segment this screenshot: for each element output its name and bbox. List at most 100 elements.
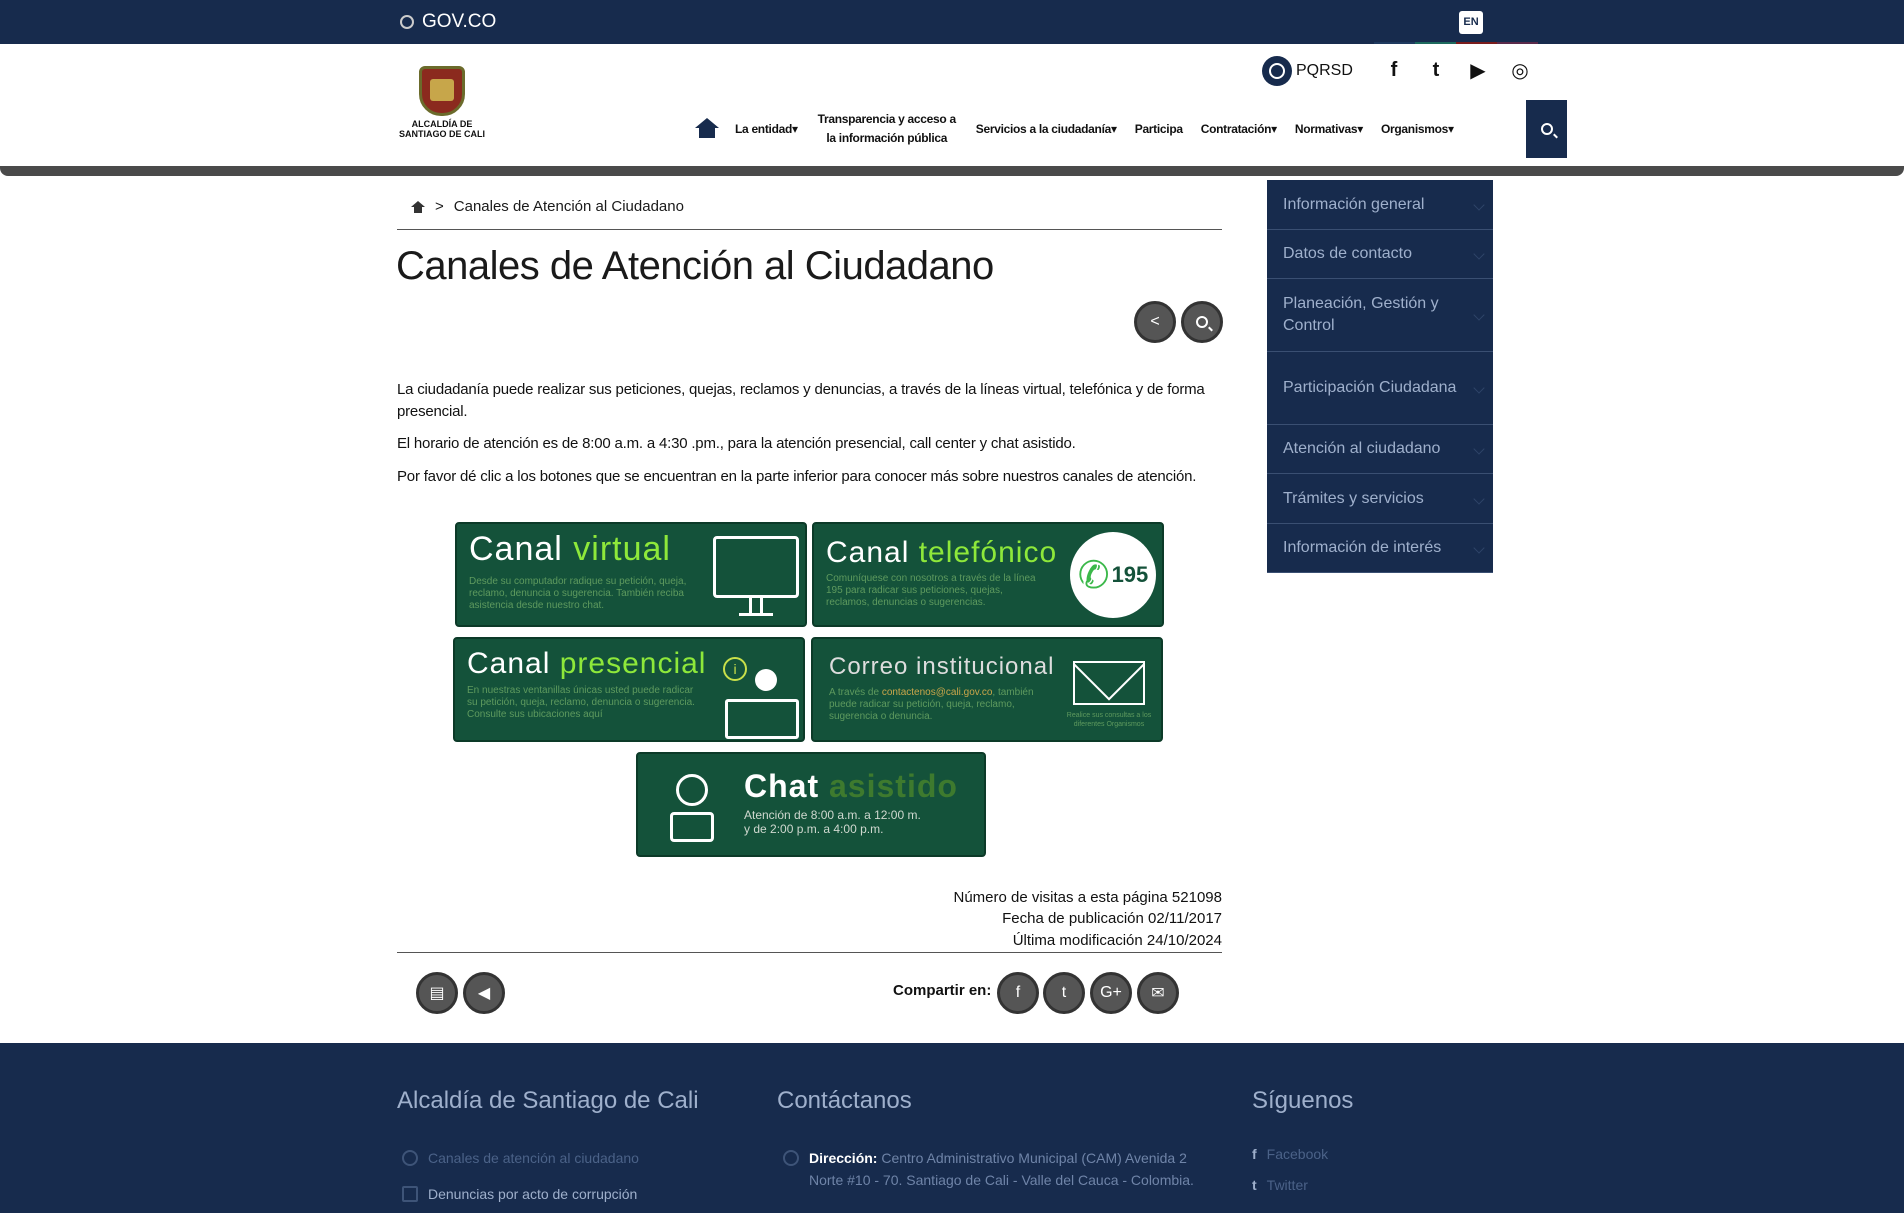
nav-contratacion[interactable]: Contratación▾ (1192, 120, 1286, 139)
globe-icon (783, 1150, 799, 1166)
logo-line1: ALCALDÍA DE (411, 119, 473, 129)
side-menu: Información general Datos de contacto Pl… (1267, 180, 1493, 573)
language-toggle[interactable]: EN (1459, 11, 1483, 34)
home-icon[interactable] (694, 118, 720, 140)
canal-presencial-banner[interactable]: Canal presencial En nuestras ventanillas… (453, 637, 805, 742)
monitor-base (739, 613, 773, 616)
googleplus-icon: G+ (1100, 984, 1122, 1001)
banner-description: En nuestras ventanillas únicas usted pue… (467, 685, 695, 720)
twitter-icon[interactable]: t (1424, 58, 1448, 82)
banner-title: Canal telefónico (826, 536, 1058, 569)
nav-participa[interactable]: Participa (1126, 120, 1192, 139)
pqrsd-label: PQRSD (1296, 62, 1353, 79)
nav-la-entidad[interactable]: La entidad▾ (726, 120, 807, 139)
side-item-datos-contacto[interactable]: Datos de contacto (1267, 230, 1493, 279)
print-button[interactable]: ▤ (416, 972, 458, 1014)
correo-institucional-banner[interactable]: Correo institucional A través de contact… (811, 637, 1163, 742)
nav-label: Organismos (1380, 121, 1449, 136)
phone-number-label: 195 (1111, 562, 1149, 587)
nav-normativas[interactable]: Normativas▾ (1286, 120, 1372, 139)
share-email-button[interactable]: ✉ (1137, 972, 1179, 1014)
clock-icon (402, 1150, 418, 1166)
email-icon: ✉ (1151, 985, 1165, 1002)
facebook-icon: f (1252, 1146, 1257, 1162)
breadcrumb-current: Canales de Atención al Ciudadano (453, 198, 684, 215)
search-icon (1196, 316, 1208, 328)
footer-title-siguenos: Síguenos (1252, 1087, 1354, 1114)
header-search-button[interactable] (1526, 100, 1567, 158)
publish-date: Fecha de publicación 02/11/2017 (1002, 910, 1222, 927)
search-icon (1540, 123, 1553, 135)
footer-link-facebook[interactable]: f Facebook (1252, 1143, 1328, 1165)
mail-icon (402, 1186, 418, 1202)
share-icon: < (1150, 313, 1160, 330)
govco-link[interactable]: GOV.CO (400, 11, 496, 33)
side-item-planeacion[interactable]: Planeación, Gestión y Control (1267, 279, 1493, 352)
chat-hours: Atención de 8:00 a.m. a 12:00 m. y de 2:… (744, 808, 921, 836)
share-googleplus-button[interactable]: G+ (1090, 972, 1132, 1014)
chevron-down-icon (1473, 198, 1485, 211)
nav-organismos[interactable]: Organismos▾ (1372, 120, 1463, 139)
breadcrumb-home-icon[interactable] (411, 201, 425, 213)
footer-address: Dirección: Centro Administrativo Municip… (783, 1147, 1223, 1191)
pqrsd-icon (1262, 56, 1292, 86)
nav-servicios[interactable]: Servicios a la ciudadanía▾ (967, 120, 1126, 139)
nav-transparencia[interactable]: Transparencia y acceso a la información … (807, 110, 967, 148)
share-facebook-button[interactable]: f (997, 972, 1039, 1014)
side-item-interes[interactable]: Información de interés (1267, 524, 1493, 573)
header-shadow-bar (0, 166, 1904, 176)
attendant-head (755, 669, 777, 691)
header-social: f t ▶ ◎ (1382, 58, 1532, 82)
monitor-icon (713, 536, 799, 598)
pqrsd-link[interactable]: PQRSD (1262, 56, 1353, 86)
instagram-icon[interactable]: ◎ (1508, 58, 1532, 82)
banner-title: Correo institucional (829, 653, 1055, 680)
schedule-paragraph: El horario de atención es de 8:00 a.m. a… (397, 435, 1076, 452)
alcaldia-logo[interactable]: ALCALDÍA DE SANTIAGO DE CALI (390, 66, 494, 139)
share-twitter-button[interactable]: t (1043, 972, 1085, 1014)
govco-label: GOV.CO (422, 11, 497, 32)
canal-virtual-banner[interactable]: Canal virtual Desde su computador radiqu… (455, 522, 807, 627)
banner-description: A través de contactenos@cali.gov.co, tam… (829, 687, 1034, 722)
print-icon: ▤ (429, 985, 445, 1002)
twitter-icon: t (1061, 984, 1067, 1001)
envelope-note: Realice sus consultas a los diferentes O… (1066, 712, 1152, 728)
audio-button[interactable]: ◀ (463, 972, 505, 1014)
modified-date: Última modificación 24/10/2024 (1012, 932, 1222, 949)
site-footer: Alcaldía de Santiago de Cali Canales de … (0, 1043, 1904, 1213)
breadcrumb: > Canales de Atención al Ciudadano (397, 198, 1222, 230)
share-label: Compartir en: (893, 982, 992, 999)
visits-count: Número de visitas a esta página 521098 (953, 889, 1222, 906)
side-item-participacion[interactable]: Participación Ciudadana (1267, 352, 1493, 425)
twitter-icon: t (1252, 1177, 1257, 1193)
chevron-down-icon (1473, 492, 1485, 505)
site-header: ALCALDÍA DE SANTIAGO DE CALI PQRSD f t ▶… (0, 44, 1904, 166)
side-item-tramites[interactable]: Trámites y servicios (1267, 474, 1493, 524)
phone-195-icon: ✆ 195 (1070, 532, 1156, 618)
page-title: Canales de Atención al Ciudadano (396, 244, 994, 288)
speaker-icon: ◀ (477, 985, 491, 1002)
youtube-icon[interactable]: ▶ (1466, 58, 1490, 82)
chat-asistido-banner[interactable]: Chat asistido Atención de 8:00 a.m. a 12… (636, 752, 986, 857)
chevron-down-icon (1473, 309, 1485, 321)
banner-title: Canal virtual (469, 530, 671, 568)
side-item-atencion[interactable]: Atención al ciudadano (1267, 425, 1493, 474)
monitor-stand (749, 598, 763, 614)
instructions-paragraph: Por favor dé clic a los botones que se e… (397, 468, 1197, 485)
side-item-informacion-general[interactable]: Información general (1267, 180, 1493, 230)
divider (397, 952, 1222, 953)
desk-attendant-icon (725, 699, 799, 739)
footer-link-denuncias[interactable]: Denuncias por acto de corrupción (402, 1183, 637, 1205)
share-button[interactable]: < (1134, 301, 1176, 343)
banner-description: Desde su computador radique su petición,… (469, 576, 687, 611)
breadcrumb-separator: > (435, 198, 444, 215)
cali-shield-icon (419, 66, 465, 116)
page-search-button[interactable] (1181, 301, 1223, 343)
facebook-icon[interactable]: f (1382, 58, 1406, 82)
footer-link-twitter[interactable]: t Twitter (1252, 1174, 1308, 1196)
canal-telefonico-banner[interactable]: Canal telefónico Comuníquese con nosotro… (812, 522, 1164, 627)
facebook-icon: f (1015, 984, 1021, 1001)
envelope-icon (1073, 661, 1145, 705)
footer-title-alcaldia: Alcaldía de Santiago de Cali (397, 1087, 699, 1114)
footer-link-canales[interactable]: Canales de atención al ciudadano (402, 1147, 639, 1169)
